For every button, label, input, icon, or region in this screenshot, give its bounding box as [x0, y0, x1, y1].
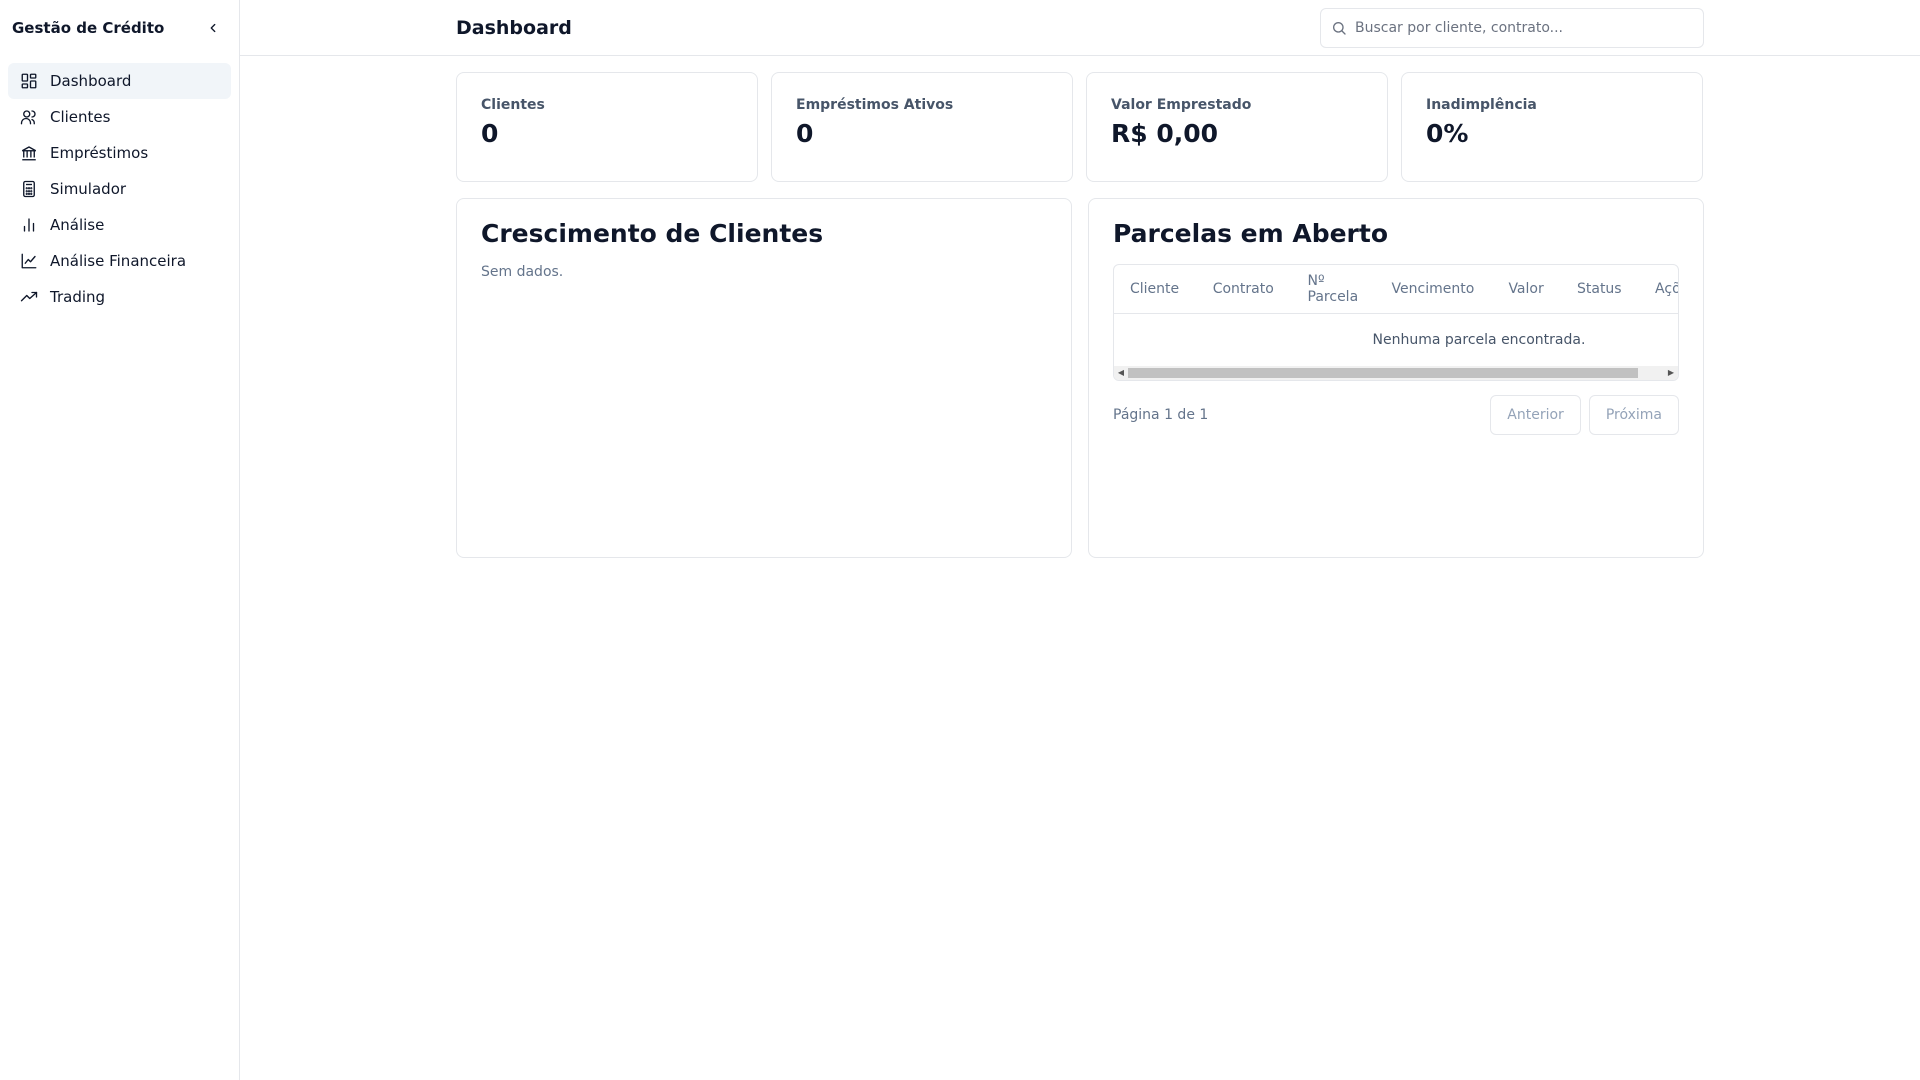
growth-panel: Crescimento de Clientes Sem dados. [456, 198, 1072, 558]
dashboard-icon [21, 73, 37, 89]
installments-panel: Parcelas em Aberto Cliente Contrato Nº P… [1088, 198, 1704, 558]
panel-title: Crescimento de Clientes [481, 219, 824, 248]
line-chart-icon [21, 253, 37, 269]
stat-card-inadimplencia: Inadimplência 0% [1401, 72, 1703, 182]
installments-table-container: Cliente Contrato Nº Parcela Vencimento V… [1113, 264, 1679, 381]
sidebar-item-label: Empréstimos [50, 144, 149, 162]
column-header-valor: Valor [1492, 265, 1561, 314]
pagination: Página 1 de 1 Anterior Próxima [1113, 394, 1679, 435]
sidebar-item-clientes[interactable]: Clientes [8, 99, 231, 135]
topbar: Dashboard [240, 0, 1920, 56]
stat-label: Inadimplência [1426, 97, 1537, 113]
column-header-contrato: Contrato [1196, 265, 1292, 314]
stat-label: Empréstimos Ativos [796, 97, 954, 113]
table-scroll-area[interactable]: Cliente Contrato Nº Parcela Vencimento V… [1114, 265, 1678, 366]
stat-value: R$ 0,00 [1111, 119, 1219, 148]
next-page-button[interactable]: Próxima [1588, 394, 1679, 435]
column-header-vencimento: Vencimento [1375, 265, 1493, 314]
sidebar-item-label: Dashboard [50, 72, 132, 90]
sidebar-nav: Dashboard Clientes Empréstimos Simulador… [0, 55, 239, 323]
sidebar-item-trading[interactable]: Trading [8, 279, 231, 315]
column-header-status: Status [1560, 265, 1640, 314]
page-info: Página 1 de 1 [1113, 406, 1209, 423]
chevron-left-icon [210, 23, 216, 32]
column-header-parcela: Nº Parcela [1291, 265, 1376, 314]
trending-up-icon [20, 291, 38, 302]
brand-title: Gestão de Crédito [12, 18, 165, 37]
sidebar-item-emprestimos[interactable]: Empréstimos [8, 135, 231, 171]
sidebar-item-label: Simulador [50, 180, 127, 198]
sidebar-item-dashboard[interactable]: Dashboard [8, 63, 231, 99]
sidebar-item-label: Clientes [50, 108, 111, 126]
table-empty-text: Nenhuma parcela encontrada. [1372, 331, 1586, 348]
sidebar: Gestão de Crédito Dashboard Clientes Emp… [0, 0, 240, 1080]
search-box[interactable] [1320, 8, 1704, 48]
stat-label: Clientes [481, 97, 545, 113]
stat-card-emprestimos-ativos: Empréstimos Ativos 0 [771, 72, 1073, 182]
search-input[interactable] [1355, 20, 1693, 36]
column-header-cliente: Cliente [1114, 265, 1197, 314]
sidebar-item-label: Análise Financeira [50, 252, 187, 270]
stat-value: 0 [796, 119, 814, 148]
bank-icon [21, 146, 37, 161]
sidebar-item-analise-financeira[interactable]: Análise Financeira [8, 243, 231, 279]
scrollbar-thumb[interactable] [1128, 367, 1638, 378]
table-empty-row: Nenhuma parcela encontrada. [1114, 314, 1678, 366]
scroll-left-icon[interactable]: ◀ [1114, 366, 1128, 380]
stat-value: 0 [481, 119, 499, 148]
bar-chart-icon [23, 218, 35, 232]
sidebar-item-analise[interactable]: Análise [8, 207, 231, 243]
empty-state-text: Sem dados. [481, 264, 564, 280]
stat-label: Valor Emprestado [1111, 97, 1252, 113]
collapse-sidebar-button[interactable] [199, 14, 227, 42]
stat-card-valor-emprestado: Valor Emprestado R$ 0,00 [1086, 72, 1388, 182]
search-icon [1333, 22, 1346, 35]
panels-row: Crescimento de Clientes Sem dados. Parce… [456, 198, 1704, 558]
calculator-icon [23, 180, 35, 198]
installments-table: Cliente Contrato Nº Parcela Vencimento V… [1114, 265, 1678, 366]
page-title: Dashboard [456, 16, 572, 39]
pagination-buttons: Anterior Próxima [1490, 394, 1679, 435]
horizontal-scrollbar[interactable]: ◀ ▶ [1114, 365, 1678, 380]
dashboard-content: Clientes 0 Empréstimos Ativos 0 Valor Em… [240, 56, 1920, 1080]
sidebar-item-label: Análise [50, 216, 105, 234]
column-header-acoes: Ações [1639, 265, 1678, 314]
scroll-right-icon[interactable]: ▶ [1664, 366, 1678, 380]
previous-page-button[interactable]: Anterior [1490, 394, 1581, 435]
sidebar-item-label: Trading [50, 288, 106, 306]
stat-value: 0% [1426, 119, 1469, 148]
sidebar-header: Gestão de Crédito [0, 0, 239, 55]
main-area: Dashboard Clientes 0 Empréstimos Ativos … [240, 0, 1920, 1080]
users-icon [20, 110, 36, 125]
stats-row: Clientes 0 Empréstimos Ativos 0 Valor Em… [456, 72, 1704, 182]
stat-card-clientes: Clientes 0 [456, 72, 758, 182]
panel-title: Parcelas em Aberto [1113, 219, 1389, 248]
sidebar-item-simulador[interactable]: Simulador [8, 171, 231, 207]
table-header-row: Cliente Contrato Nº Parcela Vencimento V… [1114, 265, 1678, 314]
